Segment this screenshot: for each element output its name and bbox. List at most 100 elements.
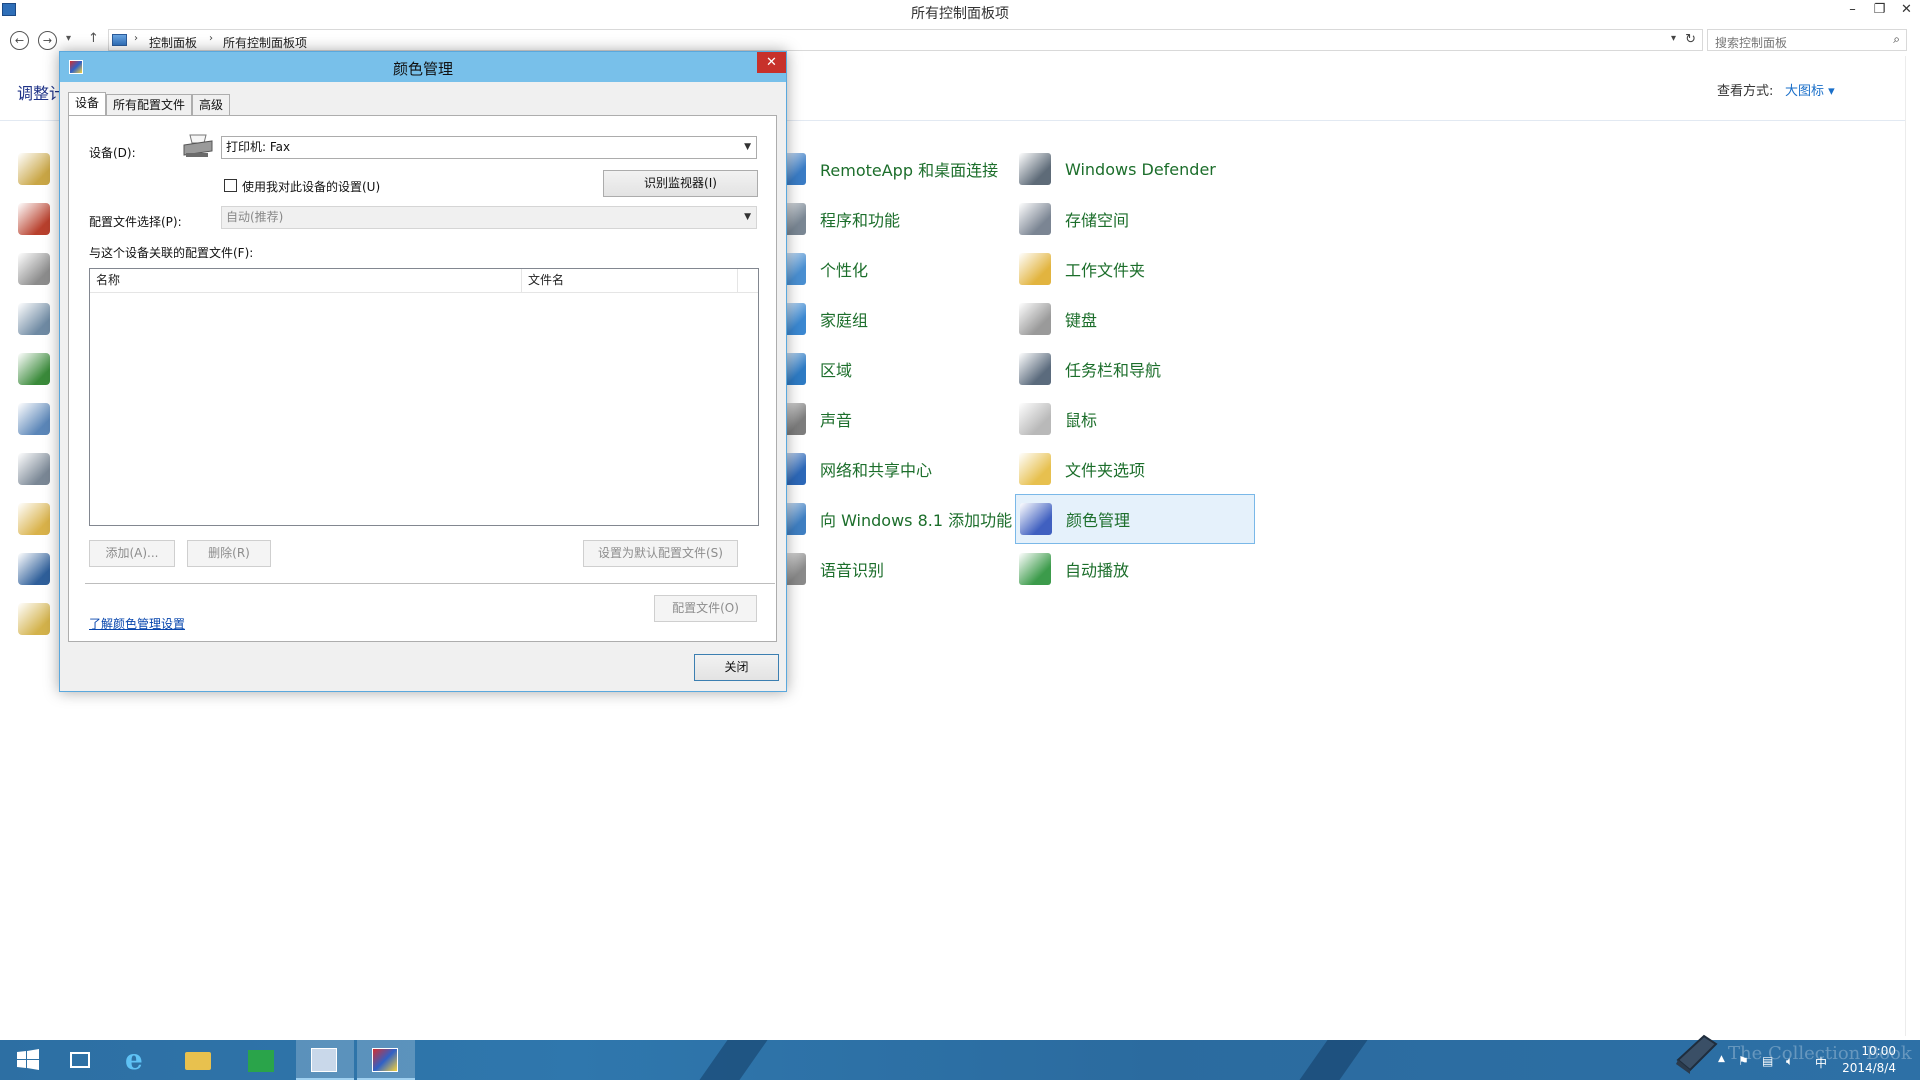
item-programs[interactable]: 程序和功能 — [770, 194, 1010, 244]
learn-color-management-link[interactable]: 了解颜色管理设置 — [89, 615, 185, 632]
item-label: 向 Windows 8.1 添加功能 — [820, 511, 1013, 530]
remove-button[interactable]: 删除(R) — [187, 540, 271, 567]
work-folders-icon — [1019, 253, 1051, 285]
view-by-dropdown[interactable]: 大图标 ▾ — [1785, 80, 1835, 99]
dialog-title: 颜色管理 — [392, 60, 453, 78]
scrollbar-track[interactable] — [1905, 56, 1906, 1036]
profile-selection-label: 配置文件选择(P): — [89, 215, 182, 229]
taskbar-task-view[interactable] — [55, 1040, 113, 1080]
close-button[interactable]: 关闭 — [694, 654, 779, 681]
taskbar-color-management[interactable] — [357, 1040, 415, 1080]
item-keyboard[interactable]: 键盘 — [1015, 294, 1255, 344]
item-mouse[interactable]: 鼠标 — [1015, 394, 1255, 444]
back-button[interactable]: ← — [10, 31, 29, 50]
item-speech[interactable]: 语音识别 — [770, 544, 1010, 594]
taskbar: e ▲ ⚑ ▤ 🔈︎ 中 10:00 2014/8/4 — [0, 1040, 1920, 1080]
profile-selection-dropdown[interactable]: 自动(推荐) ▼ — [221, 206, 757, 229]
fonts-icon[interactable] — [18, 603, 50, 635]
item-network[interactable]: 网络和共享中心 — [770, 444, 1010, 494]
date-time-icon[interactable] — [18, 403, 50, 435]
item-sound[interactable]: 声音 — [770, 394, 1010, 444]
display-icon[interactable] — [18, 553, 50, 585]
credential-manager-icon[interactable] — [18, 153, 50, 185]
set-default-profile-button[interactable]: 设置为默认配置文件(S) — [583, 540, 738, 567]
use-my-settings-checkbox[interactable] — [224, 179, 237, 192]
taskbar-internet-explorer[interactable]: e — [110, 1040, 168, 1080]
taskbar-store[interactable] — [233, 1040, 291, 1080]
item-homegroup[interactable]: 家庭组 — [770, 294, 1010, 344]
item-label: 语音识别 — [820, 561, 885, 580]
item-autoplay[interactable]: 自动播放 — [1015, 544, 1255, 594]
item-label: 声音 — [820, 411, 853, 430]
defender-icon — [1019, 153, 1051, 185]
breadcrumb-all-items[interactable]: 所有控制面板项 — [223, 34, 307, 51]
page-heading: 调整计 — [17, 84, 66, 103]
admin-tools-icon[interactable] — [18, 303, 50, 335]
refresh-icon[interactable]: ↻ — [1685, 32, 1696, 47]
tab-all-profiles[interactable]: 所有配置文件 — [106, 94, 193, 116]
window-titlebar: 所有控制面板项 – ❐ ✕ — [0, 0, 1920, 22]
devices-tab-panel: 设备(D): 打印机: Fax ▼ 使用我对此设备的设置(U) 识别监视器(I)… — [68, 115, 777, 642]
window-controls: – ❐ ✕ — [1839, 0, 1920, 22]
taskbar-control-panel[interactable] — [296, 1040, 354, 1080]
printer-icon[interactable] — [18, 253, 50, 285]
item-folder-options[interactable]: 文件夹选项 — [1015, 444, 1255, 494]
chevron-down-icon[interactable]: ▾ — [1671, 33, 1676, 44]
use-my-settings-label[interactable]: 使用我对此设备的设置(U) — [242, 178, 380, 195]
chevron-down-icon[interactable]: ▼ — [744, 207, 751, 228]
item-defender[interactable]: Windows Defender — [1015, 144, 1255, 194]
chevron-down-icon[interactable]: ▼ — [744, 137, 751, 158]
forward-button[interactable]: → — [38, 31, 57, 50]
breadcrumb-control-panel[interactable]: 控制面板 — [149, 34, 197, 51]
search-icon[interactable]: ⌕ — [1893, 32, 1900, 47]
item-label: 颜色管理 — [1066, 511, 1131, 530]
item-work-folders[interactable]: 工作文件夹 — [1015, 244, 1255, 294]
item-storage-spaces[interactable]: 存储空间 — [1015, 194, 1255, 244]
minimize-button[interactable]: – — [1839, 0, 1866, 20]
tab-advanced[interactable]: 高级 — [192, 94, 231, 116]
item-region[interactable]: 区域 — [770, 344, 1010, 394]
identify-monitors-button[interactable]: 识别监视器(I) — [603, 170, 758, 197]
item-personalization[interactable]: 个性化 — [770, 244, 1010, 294]
chevron-right-icon[interactable]: › — [209, 33, 213, 44]
item-add-features[interactable]: 向 Windows 8.1 添加功能 — [770, 494, 1013, 544]
autoplay-icon — [1019, 553, 1051, 585]
search-input[interactable]: 搜索控制面板 ⌕ — [1707, 29, 1907, 51]
taskbar-file-explorer[interactable] — [170, 1040, 228, 1080]
book-watermark-icon — [1676, 1034, 1718, 1074]
column-filename[interactable]: 文件名 — [522, 269, 738, 293]
restore-button[interactable]: ❐ — [1866, 0, 1893, 20]
item-label: 鼠标 — [1065, 411, 1098, 430]
dialog-titlebar[interactable]: 颜色管理 ✕ — [60, 52, 786, 82]
action-center-icon[interactable] — [18, 353, 50, 385]
column-name[interactable]: 名称 — [90, 269, 522, 293]
device-dropdown[interactable]: 打印机: Fax ▼ — [221, 136, 757, 159]
add-button[interactable]: 添加(A)... — [89, 540, 175, 567]
firewall-icon[interactable] — [18, 203, 50, 235]
chevron-right-icon[interactable]: › — [134, 33, 138, 44]
window-close-button[interactable]: ✕ — [1893, 0, 1920, 20]
control-panel-icon — [311, 1048, 337, 1072]
window-title: 所有控制面板项 — [911, 6, 1009, 22]
item-remoteapp[interactable]: RemoteApp 和桌面连接 — [770, 144, 1010, 194]
file-explorer-icon — [185, 1052, 211, 1070]
dialog-tabs: 设备 所有配置文件 高级 — [68, 92, 231, 116]
watermark-text: The Collection Book — [1728, 1043, 1912, 1064]
view-by-label: 查看方式: — [1717, 84, 1774, 99]
ease-of-access-icon[interactable] — [18, 453, 50, 485]
address-bar[interactable]: › 控制面板 › 所有控制面板项 ▾ ↻ — [108, 29, 1703, 51]
item-label: 工作文件夹 — [1065, 261, 1146, 280]
color-management-dialog: 颜色管理 ✕ 设备 所有配置文件 高级 设备(D): 打印机: Fax ▼ 使用… — [59, 51, 787, 692]
profiles-list[interactable]: 名称 文件名 — [89, 268, 759, 526]
up-button[interactable]: ↑ — [88, 31, 99, 46]
item-color-management[interactable]: 颜色管理 — [1015, 494, 1255, 544]
file-history-icon[interactable] — [18, 503, 50, 535]
folder-options-icon — [1019, 453, 1051, 485]
dialog-close-button[interactable]: ✕ — [757, 52, 786, 73]
recent-locations-button[interactable]: ▾ — [66, 33, 71, 44]
start-button[interactable] — [0, 1040, 58, 1080]
profiles-button[interactable]: 配置文件(O) — [654, 595, 757, 622]
tab-devices[interactable]: 设备 — [68, 92, 107, 116]
item-label: 键盘 — [1065, 311, 1098, 330]
item-taskbar-navigation[interactable]: 任务栏和导航 — [1015, 344, 1255, 394]
